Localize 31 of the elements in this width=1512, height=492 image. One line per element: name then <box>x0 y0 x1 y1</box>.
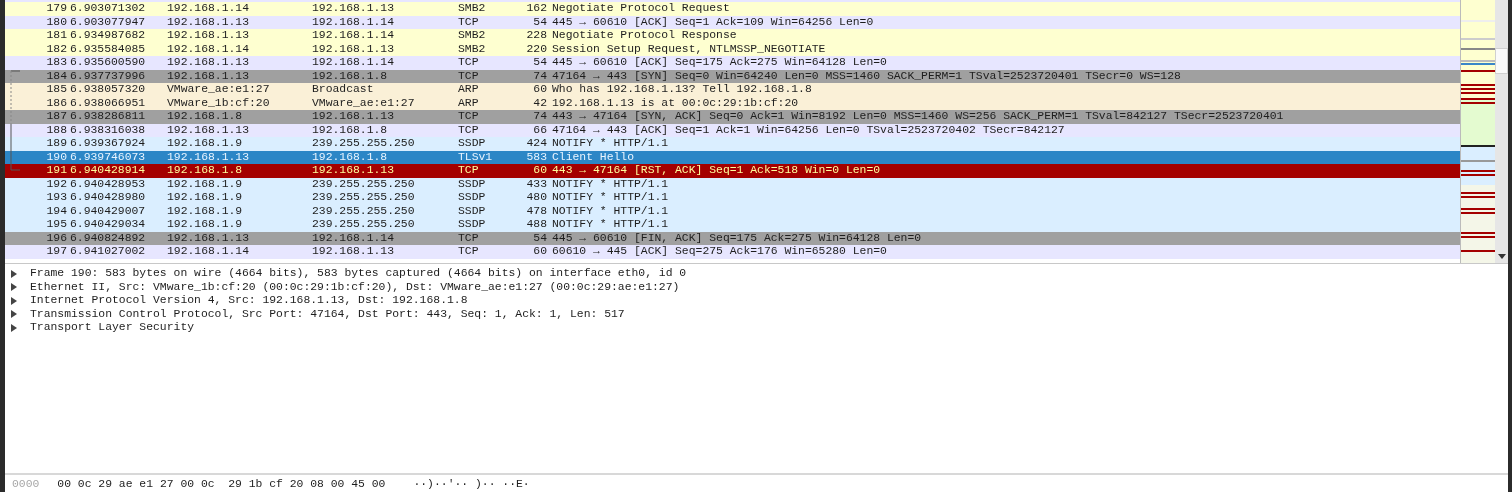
packet-row[interactable]: 179 6.903071302 192.168.1.14 192.168.1.13 SMB2 162 Negotiate Protocol Request <box>5 2 1460 16</box>
detail-line[interactable]: Ethernet II, Src: VMware_1b:cf:20 (00:0c:29:1b:cf:20), Dst: VMware_ae:e1:27 (00:0c:29:ae:e1:27) <box>5 280 1508 294</box>
expand-icon[interactable] <box>10 269 17 278</box>
ascii-bytes: ··)··'·· )·· ··E· <box>413 477 530 490</box>
detail-text: Transmission Control Protocol, Src Port: 47164, Dst Port: 443, Seq: 1, Ack: 1, Len: 517 <box>30 307 625 321</box>
expand-icon[interactable] <box>10 283 17 292</box>
expand-icon[interactable] <box>10 323 17 332</box>
expand-icon[interactable] <box>10 296 17 305</box>
packet-row[interactable]: 195 6.940429034 192.168.1.9 239.255.255.250 SSDP 488 NOTIFY * HTTP/1.1 <box>5 218 1460 232</box>
hex-bytes: 00 0c 29 ae e1 27 00 0c 29 1b cf 20 08 00 45 00 <box>57 477 386 490</box>
detail-line[interactable]: Transmission Control Protocol, Src Port: 47164, Dst Port: 443, Seq: 1, Ack: 1, Len: 517 <box>5 307 1508 321</box>
packet-row[interactable]: 193 6.940428980 192.168.1.9 239.255.255.250 SSDP 480 NOTIFY * HTTP/1.1 <box>5 191 1460 205</box>
packet-row[interactable]: 197 6.941027002 192.168.1.14 192.168.1.13 TCP 60 60610 → 445 [ACK] Seq=275 Ack=176 Win=65280 Len=0 <box>5 245 1460 259</box>
packet-row[interactable]: 191 6.940428914 192.168.1.8 192.168.1.13 TCP 60 443 → 47164 [RST, ACK] Seq=1 Ack=518 Win=0 Len=0 <box>5 164 1460 178</box>
expand-icon[interactable] <box>10 310 17 319</box>
scroll-thumb[interactable] <box>1495 48 1508 74</box>
detail-line[interactable]: Frame 190: 583 bytes on wire (4664 bits), 583 bytes captured (4664 bits) on interface eth0, id 0 <box>5 267 1508 281</box>
scroll-down-icon[interactable] <box>1497 254 1506 259</box>
detail-line[interactable]: Internet Protocol Version 4, Src: 192.168.1.13, Dst: 192.168.1.8 <box>5 294 1508 308</box>
packet-row[interactable]: 181 6.934987682 192.168.1.13 192.168.1.14 SMB2 228 Negotiate Protocol Response <box>5 29 1460 43</box>
packet-row[interactable]: 183 6.935600590 192.168.1.13 192.168.1.14 TCP 54 445 → 60610 [ACK] Seq=175 Ack=275 Win=64128 Len=0 <box>5 56 1460 70</box>
scrollbar-track[interactable] <box>1495 0 1508 263</box>
detail-line[interactable]: Transport Layer Security <box>5 321 1508 335</box>
byte-offset: 0000 <box>12 477 40 490</box>
packet-row[interactable]: 185 6.938057320 VMware_ae:e1:27 Broadcast ARP 60 Who has 192.168.1.13? Tell 192.168.1.8 <box>5 83 1460 97</box>
packet-row[interactable]: 189 6.939367924 192.168.1.9 239.255.255.250 SSDP 424 NOTIFY * HTTP/1.1 <box>5 137 1460 151</box>
detail-text: Ethernet II, Src: VMware_1b:cf:20 (00:0c:29:1b:cf:20), Dst: VMware_ae:e1:27 (00:0c:29:ae:e1:27) <box>30 280 680 294</box>
detail-text: Internet Protocol Version 4, Src: 192.168.1.13, Dst: 192.168.1.8 <box>30 294 468 308</box>
packet-row[interactable]: 187 6.938286811 192.168.1.8 192.168.1.13 TCP 74 443 → 47164 [SYN, ACK] Seq=0 Ack=1 Win=8192 Len=0 MSS=1460 WS=256 SACK_PERM=1 TSval=842127 TSecr=2523720401 <box>5 110 1460 124</box>
detail-text: Frame 190: 583 bytes on wire (4664 bits), 583 bytes captured (4664 bits) on interface eth0, id 0 <box>30 267 687 281</box>
detail-text: Transport Layer Security <box>30 321 195 335</box>
